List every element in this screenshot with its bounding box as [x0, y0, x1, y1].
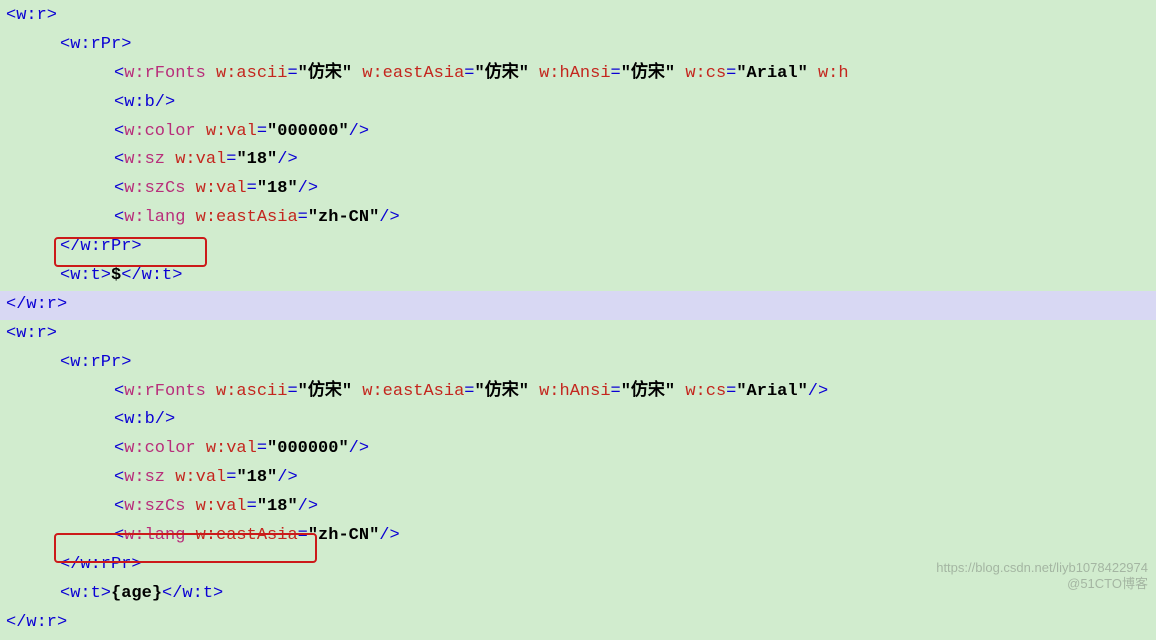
watermark-line-2: @51CTO博客	[936, 576, 1148, 592]
code-line: <w:r>	[0, 2, 1156, 31]
code-line: <w:color w:val="000000"/>	[0, 435, 1156, 464]
tag-rpr-open: <w:rPr>	[60, 35, 131, 54]
tag-wr-open: <w:r>	[6, 6, 57, 25]
code-line: <w:rFonts w:ascii="仿宋" w:eastAsia="仿宋" w…	[0, 378, 1156, 407]
code-line: <w:rPr>	[0, 349, 1156, 378]
code-line: <w:rPr>	[0, 31, 1156, 60]
code-line: <w:b/>	[0, 89, 1156, 118]
code-line: <w:szCs w:val="18"/>	[0, 175, 1156, 204]
code-line: <w:szCs w:val="18"/>	[0, 493, 1156, 522]
code-line: <w:lang w:eastAsia="zh-CN"/>	[0, 204, 1156, 233]
code-line: <w:sz w:val="18"/>	[0, 146, 1156, 175]
xml-code-block: <w:r> <w:rPr> <w:rFonts w:ascii="仿宋" w:e…	[0, 0, 1156, 640]
code-line: </w:r>	[0, 609, 1156, 638]
watermark: https://blog.csdn.net/liyb1078422974 @51…	[936, 560, 1148, 593]
code-line: <w:b/>	[0, 406, 1156, 435]
code-line: </w:rPr>	[0, 233, 1156, 262]
code-line: <w:r>	[0, 320, 1156, 349]
code-line: <w:sz w:val="18"/>	[0, 464, 1156, 493]
code-line: <w:color w:val="000000"/>	[0, 118, 1156, 147]
code-line: <w:rFonts w:ascii="仿宋" w:eastAsia="仿宋" w…	[0, 60, 1156, 89]
code-line-wt: <w:t>$</w:t>	[0, 262, 1156, 291]
code-line: <w:lang w:eastAsia="zh-CN"/>	[0, 522, 1156, 551]
code-line-highlighted: </w:r>	[0, 291, 1156, 320]
watermark-line-1: https://blog.csdn.net/liyb1078422974	[936, 560, 1148, 576]
